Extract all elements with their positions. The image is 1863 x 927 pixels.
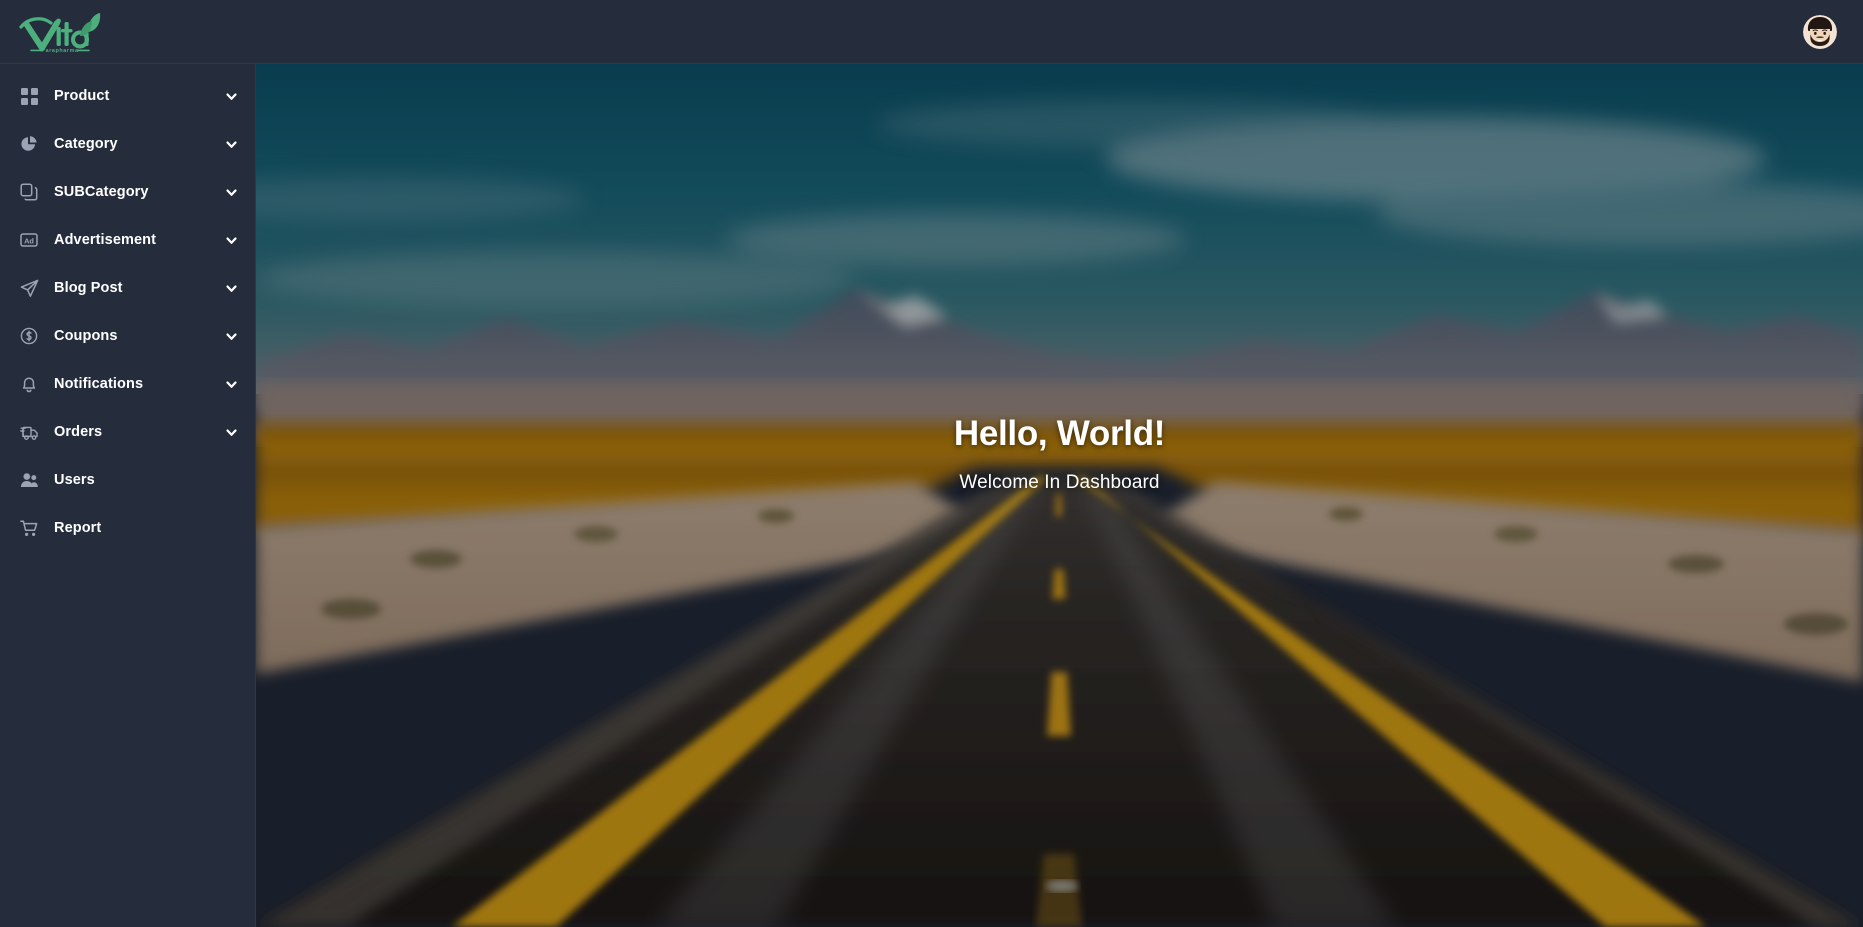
chevron-down-icon[interactable]	[223, 136, 239, 152]
chevron-down-icon[interactable]	[223, 280, 239, 296]
brand-logo[interactable]: Parapharma	[0, 10, 256, 54]
sidebar-item-label: Users	[54, 472, 95, 488]
chevron-down-icon[interactable]	[223, 232, 239, 248]
hero-overlay	[256, 64, 1863, 927]
sidebar-item-label: Category	[54, 136, 118, 152]
grid-icon	[18, 85, 40, 107]
sidebar-item-orders[interactable]: Orders	[0, 408, 255, 456]
page-title: Hello, World!	[953, 414, 1166, 453]
sidebar-item-label: Report	[54, 520, 102, 536]
sidebar-item-category[interactable]: Category	[0, 120, 255, 168]
sidebar-item-users[interactable]: Users	[0, 456, 255, 504]
sidebar-item-label: Notifications	[54, 376, 144, 392]
vita-logo-icon: Parapharma	[19, 12, 101, 54]
sidebar-item-advertisement[interactable]: Ad Advertisement	[0, 216, 255, 264]
users-icon	[18, 469, 40, 491]
chevron-down-icon[interactable]	[223, 88, 239, 104]
ad-box-icon: Ad	[18, 229, 40, 251]
sidebar-item-report[interactable]: Report	[0, 504, 255, 552]
sidebar-item-label: Blog Post	[54, 280, 123, 296]
svg-text:Parapharma: Parapharma	[41, 48, 79, 54]
sidebar-item-label: Coupons	[54, 328, 118, 344]
sidebar-item-notifications[interactable]: Notifications	[0, 360, 255, 408]
paper-plane-icon	[18, 277, 40, 299]
header-actions	[1803, 14, 1863, 49]
dollar-circle-icon	[18, 325, 40, 347]
bell-icon	[18, 373, 40, 395]
chevron-down-icon[interactable]	[223, 376, 239, 392]
shopping-cart-icon	[18, 517, 40, 539]
sidebar-item-label: Orders	[54, 424, 103, 440]
sidebar-item-product[interactable]: Product	[0, 72, 255, 120]
sidebar-item-label: SUBCategory	[54, 184, 149, 200]
pie-chart-icon	[18, 133, 40, 155]
sidebar-item-blog-post[interactable]: Blog Post	[0, 264, 255, 312]
main-content: Hello, World! Welcome In Dashboard	[256, 64, 1863, 927]
truck-icon	[18, 421, 40, 443]
sidebar-item-label: Advertisement	[54, 232, 157, 248]
hero-text-block: Hello, World! Welcome In Dashboard	[256, 414, 1863, 494]
sidebar-item-label: Product	[54, 88, 110, 104]
top-header: Parapharma	[0, 0, 1863, 64]
dashboard-page: Parapharma Product Category SUBCategory …	[0, 0, 1863, 927]
layers-copy-icon	[18, 181, 40, 203]
sidebar-item-coupons[interactable]: Coupons	[0, 312, 255, 360]
chevron-down-icon[interactable]	[223, 184, 239, 200]
avatar[interactable]	[1803, 14, 1837, 49]
svg-text:Ad: Ad	[24, 236, 34, 245]
user-avatar-icon	[1803, 14, 1837, 49]
chevron-down-icon[interactable]	[223, 424, 239, 440]
sidebar: Product Category SUBCategory Ad Advertis…	[0, 64, 256, 927]
sidebar-item-subcategory[interactable]: SUBCategory	[0, 168, 255, 216]
hero-banner: Hello, World! Welcome In Dashboard	[256, 64, 1863, 927]
page-subtitle: Welcome In Dashboard	[959, 472, 1160, 494]
chevron-down-icon[interactable]	[223, 328, 239, 344]
